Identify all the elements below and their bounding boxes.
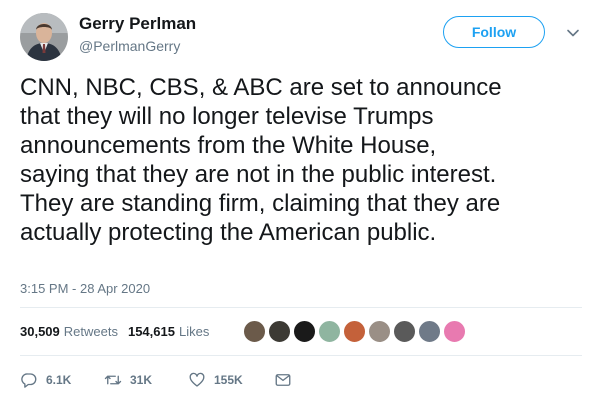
tweet-text-line: actually protecting the American public. [20, 219, 437, 246]
liker-avatar[interactable] [293, 320, 316, 343]
likes-label: Likes [178, 323, 210, 339]
likes-count: 154,615 [127, 323, 175, 339]
author-handle[interactable]: @PerlmanGerry [79, 38, 180, 54]
dm-button[interactable] [274, 371, 292, 389]
author-name[interactable]: Gerry Perlman [79, 14, 196, 34]
liker-avatar[interactable] [368, 320, 391, 343]
liker-avatar[interactable] [318, 320, 341, 343]
liker-avatars [243, 320, 468, 344]
tweet-stats: 30,509 Retweets 154,615 Likes [20, 319, 219, 343]
retweets-label: Retweets [63, 323, 118, 339]
retweet-count: 31K [130, 373, 153, 387]
author-avatar-image [20, 13, 68, 61]
liker-avatar[interactable] [343, 320, 366, 343]
tweet-text-line: saying that they are not in the public i… [20, 161, 497, 188]
author-avatar[interactable] [20, 13, 68, 61]
chevron-down-icon[interactable] [566, 26, 580, 40]
liker-avatar[interactable] [268, 320, 291, 343]
liker-avatar[interactable] [443, 320, 466, 343]
retweet-button[interactable]: 31K [104, 371, 188, 389]
liker-avatar[interactable] [418, 320, 441, 343]
likes-stat[interactable]: 154,615 Likes [128, 324, 209, 339]
liker-avatar[interactable] [393, 320, 416, 343]
tweet-text: CNN, NBC, CBS, & ABC are set to announce… [20, 73, 590, 247]
reply-count: 6.1K [46, 373, 72, 387]
tweet-text-line: announcements from the White House, [20, 132, 437, 159]
like-count: 155K [214, 373, 243, 387]
tweet-text-line: that they will no longer televise Trumps [20, 103, 434, 130]
reply-button[interactable]: 6.1K [20, 371, 104, 389]
divider [20, 307, 582, 308]
like-icon [189, 372, 205, 387]
reply-icon [21, 373, 37, 388]
liker-avatar[interactable] [243, 320, 266, 343]
tweet-actions: 6.1K 31K 155K [20, 368, 292, 392]
tweet-text-line: They are standing firm, claiming that th… [20, 190, 501, 217]
tweet-text-line: CNN, NBC, CBS, & ABC are set to announce [20, 74, 502, 101]
envelope-icon [275, 374, 291, 386]
retweets-count: 30,509 [20, 323, 60, 339]
divider [20, 355, 582, 356]
tweet-card: Gerry Perlman @PerlmanGerry Follow CNN, … [0, 0, 602, 407]
follow-button[interactable]: Follow [443, 16, 545, 48]
like-button[interactable]: 155K [188, 371, 274, 389]
retweet-icon [104, 375, 122, 385]
retweets-stat[interactable]: 30,509 Retweets [20, 324, 118, 339]
tweet-timestamp[interactable]: 3:15 PM - 28 Apr 2020 [20, 281, 150, 296]
